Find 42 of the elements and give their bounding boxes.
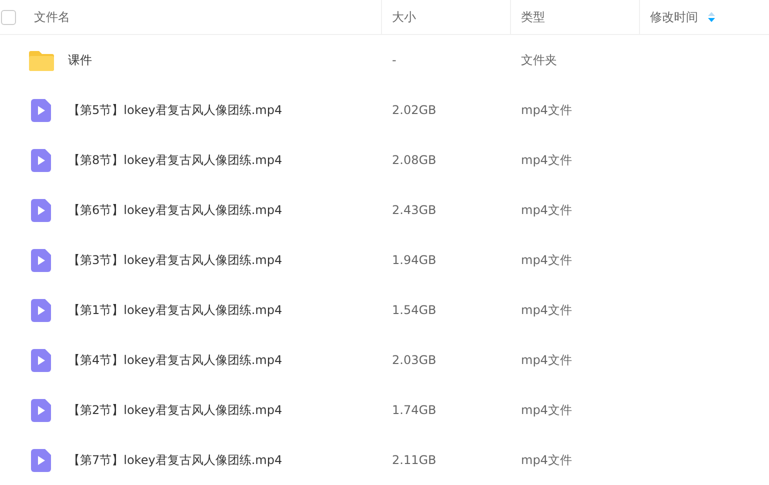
file-name[interactable]: 【第7节】lokey君复古风人像团练.mp4 [68, 452, 282, 468]
sort-icon[interactable] [708, 12, 715, 22]
column-header[interactable]: 文件名 [34, 8, 70, 26]
file-name[interactable]: 【第8节】lokey君复古风人像团练.mp4 [68, 152, 282, 168]
file-name[interactable]: 【第3节】lokey君复古风人像团练.mp4 [68, 252, 282, 268]
video-file-icon [31, 148, 51, 172]
file-name[interactable]: 【第2节】lokey君复古风人像团练.mp4 [68, 402, 282, 418]
file-size: 1.54GB [391, 303, 438, 317]
file-type: mp4文件 [520, 252, 573, 268]
video-file-icon [31, 298, 51, 322]
file-type: mp4文件 [520, 402, 573, 418]
file-name[interactable]: 课件 [68, 52, 92, 68]
video-file-icon [31, 98, 51, 122]
file-size: 2.43GB [391, 203, 438, 217]
column-header[interactable]: 修改时间 [650, 8, 698, 26]
file-type: mp4文件 [520, 352, 573, 368]
file-size: - [391, 53, 398, 67]
file-size: 2.02GB [391, 103, 438, 117]
video-file-icon [31, 448, 51, 472]
file-type: mp4文件 [520, 152, 573, 168]
file-size: 1.94GB [391, 253, 438, 267]
column-header[interactable]: 大小 [392, 8, 416, 26]
file-size: 2.08GB [391, 153, 438, 167]
video-file-icon [31, 398, 51, 422]
file-type: mp4文件 [520, 302, 573, 318]
file-name[interactable]: 【第6节】lokey君复古风人像团练.mp4 [68, 202, 282, 218]
file-size: 2.11GB [391, 453, 438, 467]
file-name[interactable]: 【第4节】lokey君复古风人像团练.mp4 [68, 352, 282, 368]
folder-icon [29, 49, 54, 71]
file-size: 2.03GB [391, 353, 438, 367]
video-file-icon [31, 198, 51, 222]
file-name[interactable]: 【第1节】lokey君复古风人像团练.mp4 [68, 302, 282, 318]
select-all-checkbox[interactable] [1, 10, 16, 24]
video-file-icon [31, 348, 51, 372]
file-name[interactable]: 【第5节】lokey君复古风人像团练.mp4 [68, 102, 282, 118]
file-type: mp4文件 [520, 202, 573, 218]
video-file-icon [31, 248, 51, 272]
file-type: mp4文件 [520, 102, 573, 118]
file-type: mp4文件 [520, 452, 573, 468]
column-header[interactable]: 类型 [521, 8, 545, 26]
file-type: 文件夹 [520, 52, 558, 68]
file-size: 1.74GB [391, 403, 438, 417]
